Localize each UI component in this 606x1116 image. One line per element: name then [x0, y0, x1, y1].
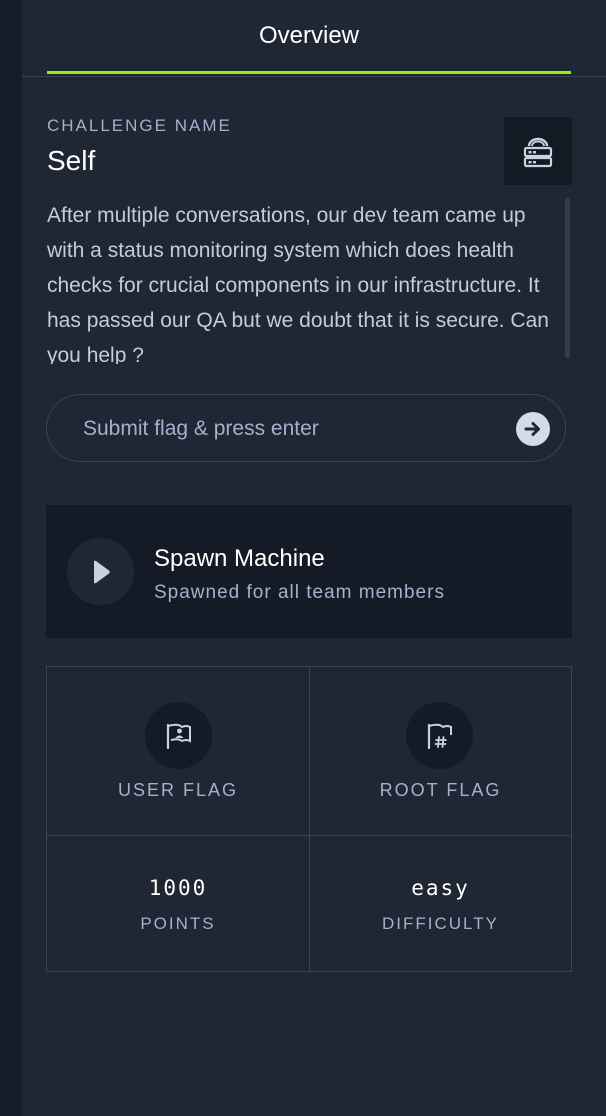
points-cell: 1000 POINTS	[47, 836, 310, 971]
challenge-description-container: After multiple conversations, our dev te…	[47, 198, 567, 364]
challenge-name-caption: CHALLENGE NAME	[47, 116, 232, 135]
user-flag-icon	[166, 723, 191, 749]
points-label: POINTS	[140, 914, 216, 933]
root-flag-cell[interactable]: ROOT FLAG	[310, 667, 571, 836]
left-sidebar-edge	[0, 0, 22, 1116]
user-flag-label: USER FLAG	[117, 780, 239, 800]
tab-overview[interactable]: Overview	[47, 0, 571, 74]
difficulty-value: easy	[411, 876, 470, 900]
challenge-description: After multiple conversations, our dev te…	[47, 204, 549, 364]
flag-input[interactable]	[81, 411, 485, 447]
difficulty-label: DIFFICULTY	[382, 914, 499, 933]
challenge-title: Self	[47, 145, 96, 176]
difficulty-cell: easy DIFFICULTY	[310, 836, 571, 971]
play-icon	[93, 560, 110, 583]
user-flag-cell[interactable]: USER FLAG	[47, 667, 310, 836]
tab-bar: Overview	[22, 0, 606, 77]
root-flag-badge	[406, 702, 473, 769]
points-value: 1000	[148, 876, 208, 900]
server-icon	[523, 137, 553, 168]
submit-flag-button[interactable]	[516, 412, 550, 446]
tab-overview-label: Overview	[258, 22, 360, 49]
arrow-right-icon	[524, 422, 540, 436]
active-tab-indicator	[47, 71, 571, 74]
spawn-machine-subtitle: Spawned for all team members	[154, 582, 445, 603]
flag-submit-field	[46, 394, 566, 462]
user-flag-badge	[145, 702, 212, 769]
server-button[interactable]	[504, 117, 572, 185]
spawn-machine-title: Spawn Machine	[154, 545, 325, 572]
challenge-stats-grid: USER FLAG ROOT FLAG 1000 POINTS easy DIF…	[46, 666, 572, 972]
play-button-circle	[67, 538, 134, 605]
root-flag-label: ROOT FLAG	[379, 780, 502, 800]
challenge-panel: Overview CHALLENGE NAME Self After multi…	[22, 0, 606, 1116]
description-scrollbar[interactable]	[565, 198, 570, 358]
root-flag-icon	[427, 723, 452, 749]
spawn-machine-button[interactable]: Spawn Machine Spawned for all team membe…	[46, 505, 572, 638]
